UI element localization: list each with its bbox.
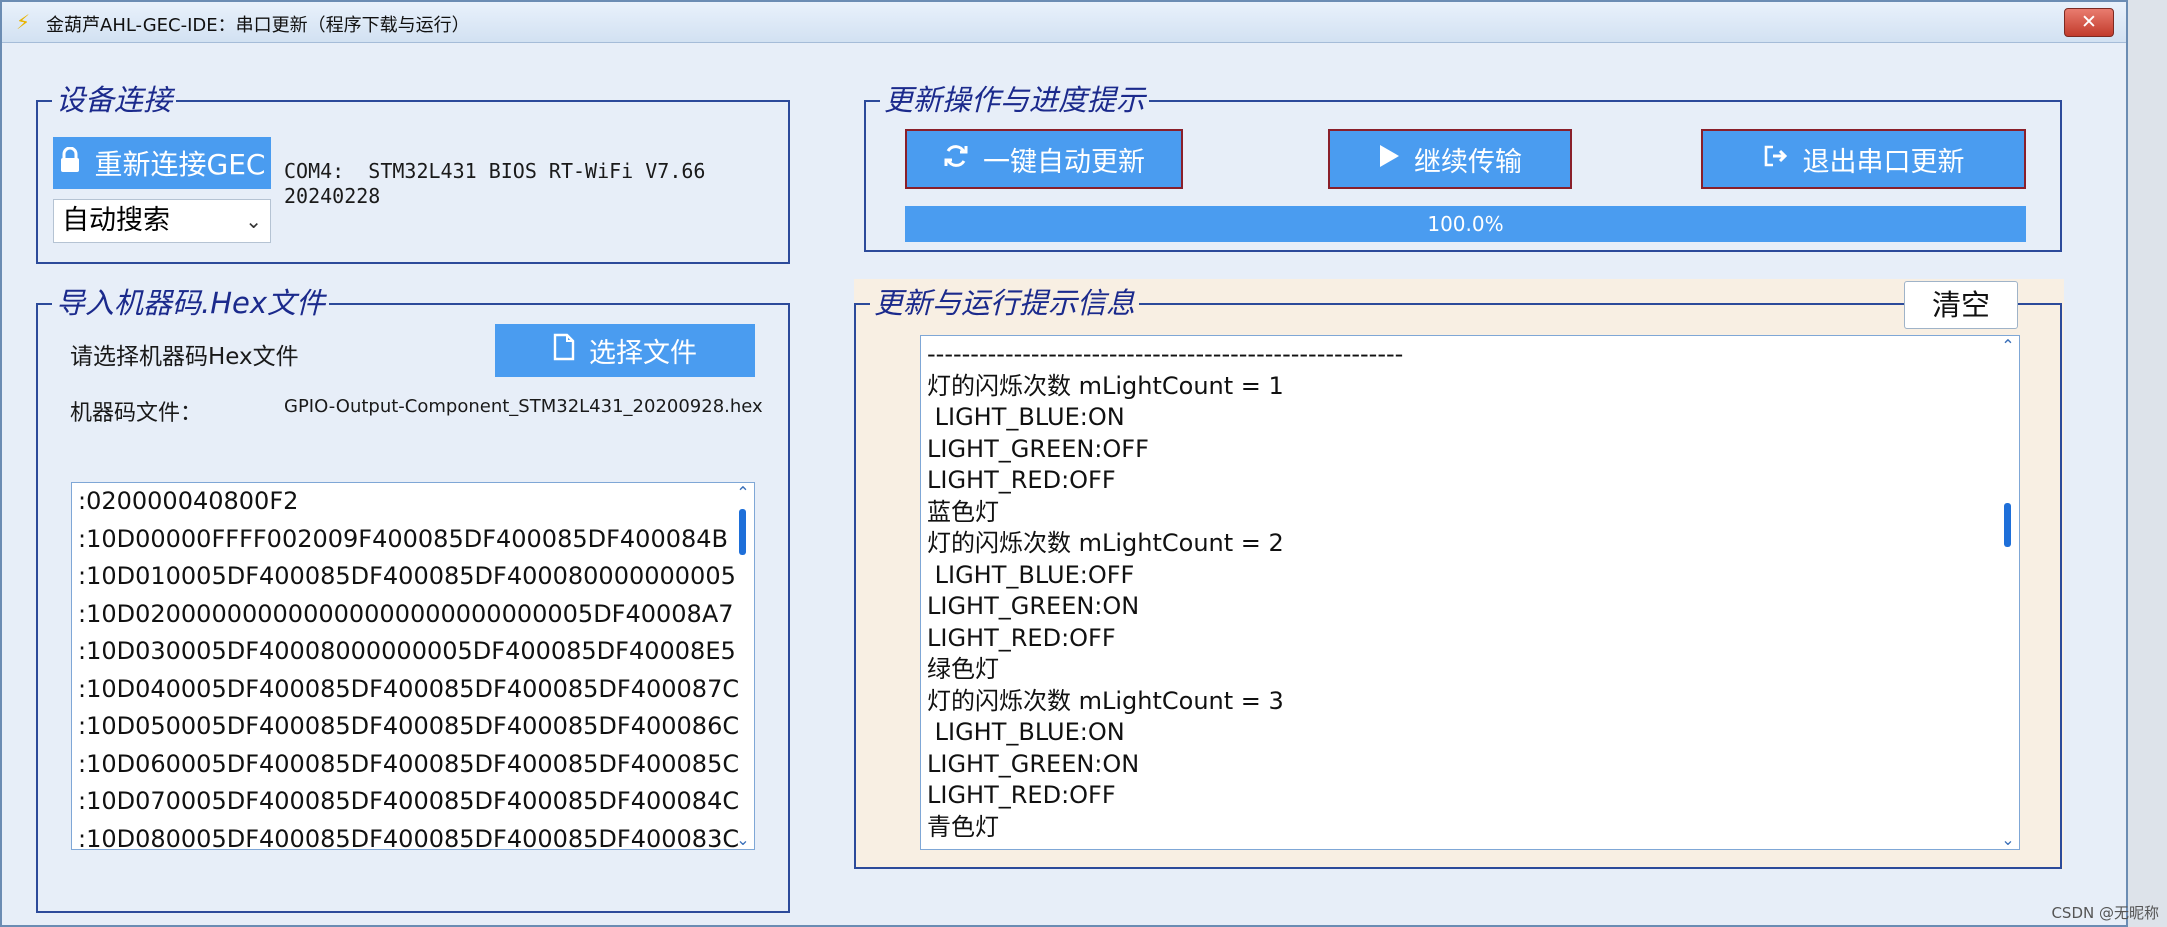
update-progress-legend: 更新操作与进度提示 <box>880 80 1150 120</box>
hex-content-list[interactable]: :020000040800F2 :10D00000FFFF002009F4000… <box>71 482 755 850</box>
search-mode-select[interactable]: 自动搜索 ⌄ <box>53 199 271 243</box>
run-log-legend: 更新与运行提示信息 <box>870 283 1140 323</box>
progress-bar: 100.0% <box>905 206 2026 242</box>
clear-log-button[interactable]: 清空 <box>1904 281 2018 329</box>
hex-scrollbar[interactable]: ⌃ ⌄ <box>732 483 754 849</box>
close-icon: ✕ <box>2081 11 2097 33</box>
refresh-icon <box>943 143 969 176</box>
log-line: LIGHT_BLUE:ON <box>927 718 1125 746</box>
scroll-down-icon[interactable]: ⌄ <box>1997 830 2019 849</box>
log-line: 灯的闪烁次数 mLightCount = 1 <box>927 371 1284 400</box>
device-connection-legend: 设备连接 <box>52 80 177 120</box>
hex-line: :10D00000FFFF002009F400085DF400085DF4000… <box>78 524 728 553</box>
hex-line: :10D080005DF400085DF400085DF400085DF4000… <box>78 824 740 850</box>
scroll-up-icon[interactable]: ⌃ <box>732 483 754 502</box>
continue-transfer-label: 继续传输 <box>1414 146 1522 178</box>
hex-line: :020000040800F2 <box>78 487 299 515</box>
window-title: 金葫芦AHL-GEC-IDE：串口更新（程序下载与运行） <box>46 15 470 36</box>
search-mode-value: 自动搜索 <box>62 205 170 236</box>
choose-file-button[interactable]: 选择文件 <box>495 324 755 377</box>
hex-line: :10D060005DF400085DF400085DF400085DF4000… <box>78 749 740 778</box>
run-log-list[interactable]: ----------------------------------------… <box>920 335 2020 850</box>
import-hex-legend: 导入机器码.Hex文件 <box>52 283 330 323</box>
exit-icon <box>1763 144 1789 175</box>
play-icon <box>1378 144 1400 175</box>
continue-transfer-button[interactable]: 继续传输 <box>1328 129 1572 189</box>
title-bar: ⚡ 金葫芦AHL-GEC-IDE：串口更新（程序下载与运行） ✕ <box>2 2 2126 43</box>
auto-update-label: 一键自动更新 <box>983 146 1145 178</box>
port-info-line1: COM4: STM32L431 BIOS RT-WiFi V7.66 <box>284 159 706 183</box>
hex-line: :10D020000000000000000000000000005DF4000… <box>78 599 734 628</box>
log-scrollbar[interactable]: ⌃ ⌄ <box>1997 336 2019 849</box>
hex-line: :10D050005DF400085DF400085DF400085DF4000… <box>78 712 740 740</box>
clear-log-label: 清空 <box>1931 288 1990 322</box>
exit-serial-update-label: 退出串口更新 <box>1802 146 1965 178</box>
progress-track: 100.0% <box>905 206 2026 242</box>
choose-hex-prompt: 请选择机器码Hex文件 <box>70 344 299 370</box>
log-line: LIGHT_BLUE:OFF <box>927 560 1135 589</box>
auto-update-button[interactable]: 一键自动更新 <box>905 129 1183 189</box>
log-line: LIGHT_GREEN:OFF <box>927 434 1149 463</box>
port-info-line2: 20240228 <box>284 184 381 208</box>
file-icon <box>553 333 575 368</box>
hex-file-label: 机器码文件： <box>70 401 203 426</box>
log-line: 灯的闪烁次数 mLightCount = 2 <box>927 529 1284 557</box>
lock-icon <box>59 146 81 180</box>
log-lines: ----------------------------------------… <box>921 336 2019 843</box>
log-line: LIGHT_RED:OFF <box>927 466 1116 494</box>
log-line: 灯的闪烁次数 mLightCount = 3 <box>927 686 1284 715</box>
exit-serial-update-button[interactable]: 退出串口更新 <box>1701 129 2026 189</box>
log-line: LIGHT_GREEN:ON <box>927 749 1140 778</box>
reconnect-gec-button[interactable]: 重新连接GEC <box>53 137 271 189</box>
hex-lines: :020000040800F2 :10D00000FFFF002009F4000… <box>72 483 754 850</box>
log-line: LIGHT_RED:OFF <box>927 623 1116 652</box>
lightning-icon: ⚡ <box>16 10 31 34</box>
hex-line: :10D040005DF400085DF400085DF400085DF4000… <box>78 674 740 703</box>
watermark: CSDN @无昵称 <box>2051 904 2159 922</box>
log-line: 绿色灯 <box>927 655 999 683</box>
hex-scroll-thumb[interactable] <box>739 509 746 555</box>
app-window: ⚡ 金葫芦AHL-GEC-IDE：串口更新（程序下载与运行） ✕ 设备连接 重新… <box>0 0 2128 927</box>
log-line: LIGHT_GREEN:ON <box>927 592 1140 620</box>
hex-file-name: GPIO-Output-Component_STM32L431_20200928… <box>284 396 763 417</box>
hex-line: :10D010005DF400085DF400085DF400080000000… <box>78 562 736 590</box>
log-line: ----------------------------------------… <box>927 340 1404 368</box>
hex-line: :10D070005DF400085DF400085DF400085DF4000… <box>78 787 740 815</box>
log-scroll-thumb[interactable] <box>2004 503 2011 547</box>
scroll-down-icon[interactable]: ⌄ <box>732 830 754 849</box>
log-line: 青色灯 <box>927 812 999 841</box>
log-line: LIGHT_BLUE:ON <box>927 403 1125 431</box>
reconnect-gec-label: 重新连接GEC <box>94 148 266 181</box>
scroll-up-icon[interactable]: ⌃ <box>1997 336 2019 355</box>
hex-line: :10D030005DF40008000000005DF400085DF4000… <box>78 637 736 665</box>
close-button[interactable]: ✕ <box>2064 8 2114 37</box>
progress-text: 100.0% <box>1427 212 1504 236</box>
chevron-down-icon: ⌄ <box>245 209 262 233</box>
choose-file-label: 选择文件 <box>589 338 697 369</box>
desktop-edge <box>2128 0 2167 927</box>
log-line: LIGHT_RED:OFF <box>927 781 1116 809</box>
log-line: 蓝色灯 <box>927 497 999 526</box>
